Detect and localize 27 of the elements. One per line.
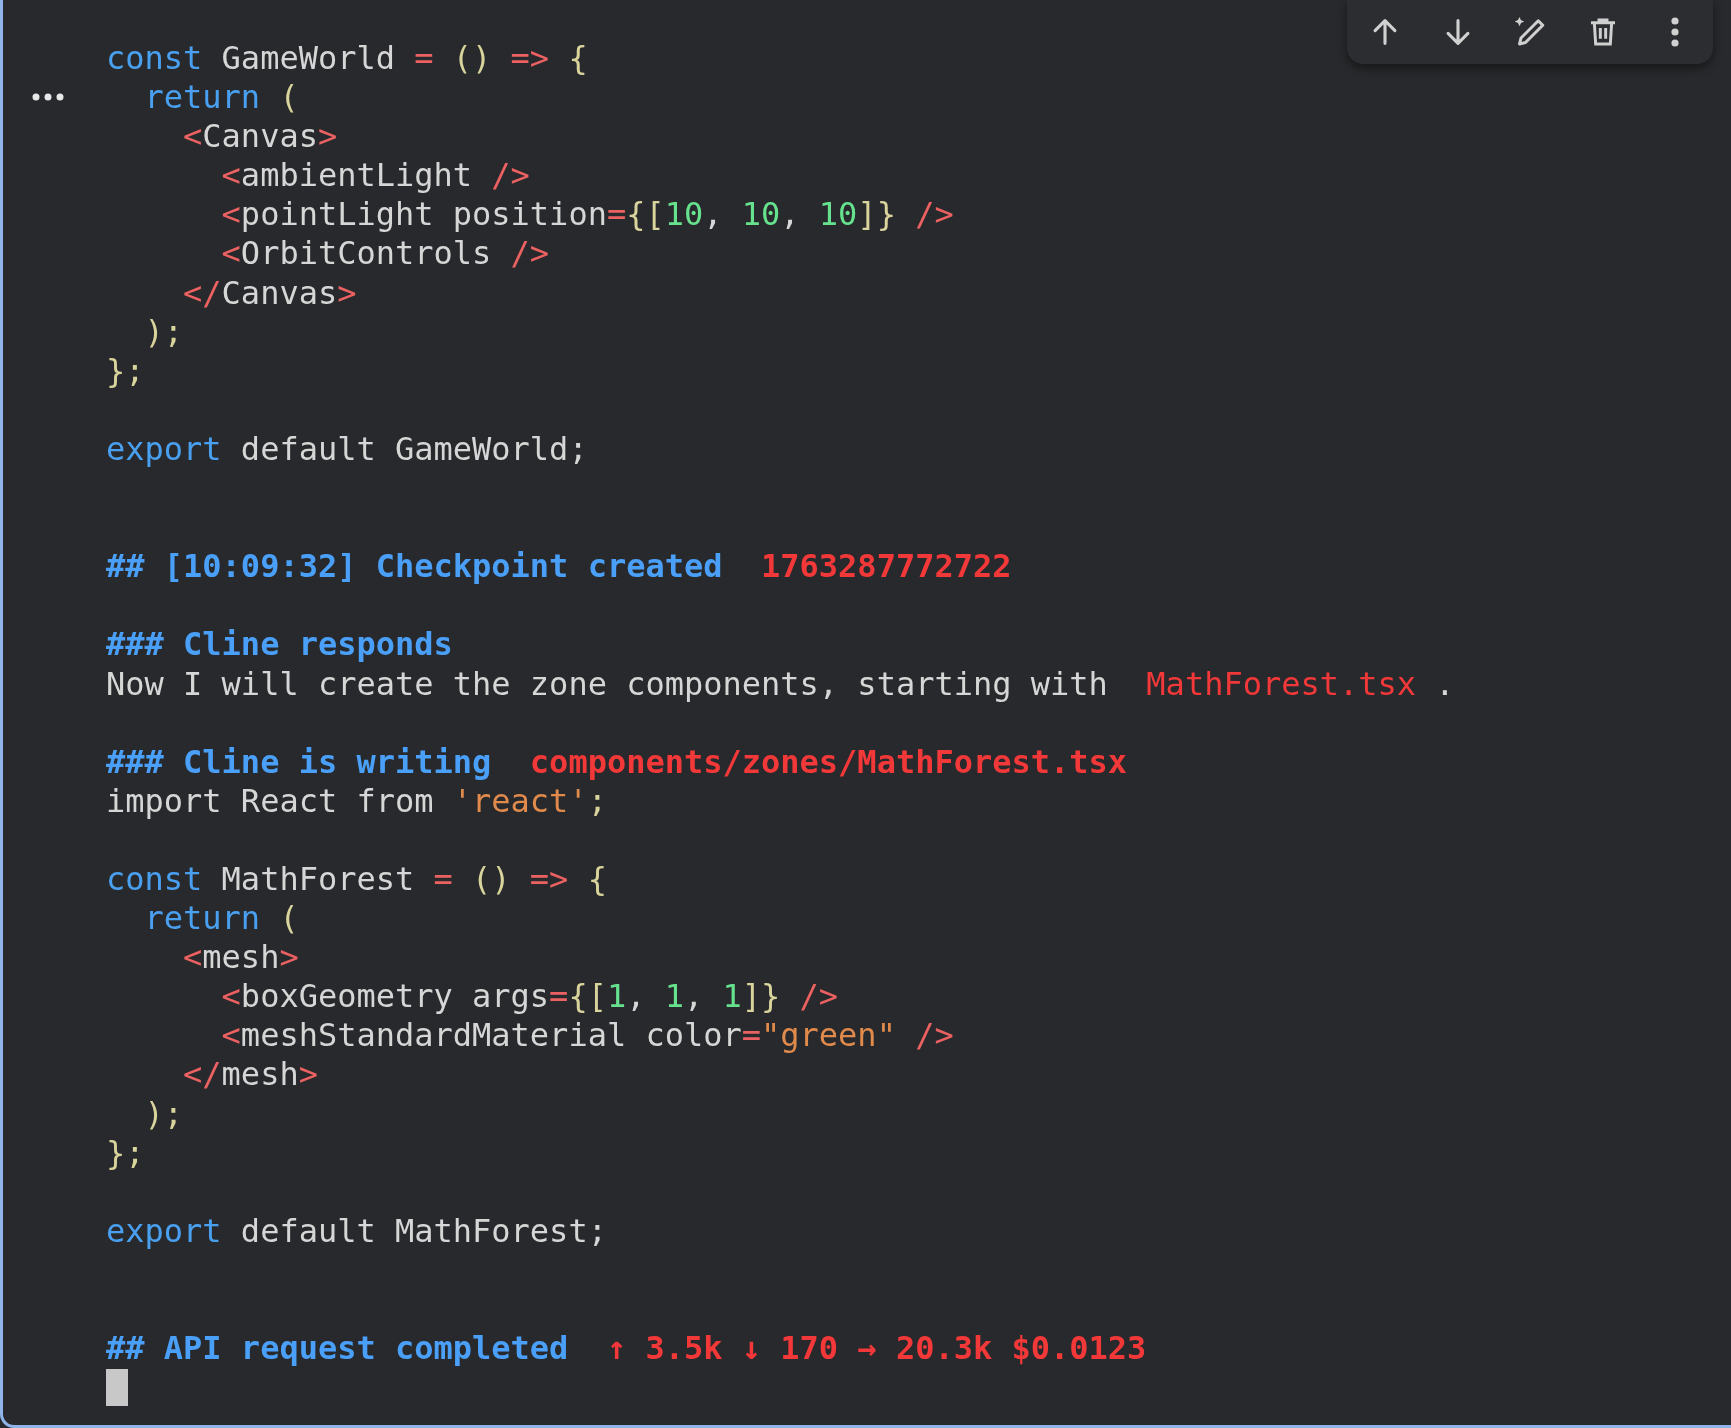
code-line: <boxGeometry args={[1, 1, 1]} /> — [220, 977, 839, 1017]
heading-line: ### Cline responds — [106, 625, 453, 665]
code-line: <pointLight position={[10, 10, 10]} /> — [220, 195, 954, 235]
heading-line: ### Cline is writing components/zones/MathForest.tsx — [106, 742, 1128, 782]
code-line: export default MathForest; — [106, 1211, 607, 1251]
code-line: <Canvas> — [182, 117, 338, 157]
code-line: return ( — [143, 899, 299, 939]
code-line: const GameWorld = () => { — [106, 39, 588, 79]
code-line: <OrbitControls /> — [220, 234, 550, 274]
code-line: ); — [143, 312, 184, 352]
code-line: return ( — [143, 78, 299, 118]
code-line: import React from 'react'; — [106, 781, 607, 821]
code-line: <meshStandardMaterial color="green" /> — [220, 1016, 954, 1056]
heading-line: ## [10:09:32] Checkpoint created 1763287772722 — [106, 547, 1012, 587]
code-line: ); — [143, 1094, 184, 1134]
text-line: Now I will create the zone components, starting with MathForest.tsx . — [106, 664, 1455, 704]
code-line: const MathForest = () => { — [106, 859, 607, 900]
code-line: <mesh> — [182, 938, 299, 978]
code-line: }; — [106, 1133, 145, 1173]
code-line: export default GameWorld; — [106, 429, 588, 470]
text-cursor — [106, 1369, 128, 1407]
heading-line: ## API request completed ↑ 3.5k ↓ 170 → 20.3k $0.0123 — [106, 1329, 1147, 1369]
more-options-icon[interactable] — [1669, 15, 1681, 49]
code-line: </Canvas> — [182, 273, 357, 313]
code-line: <ambientLight /> — [220, 156, 530, 196]
code-line: </mesh> — [182, 1055, 318, 1095]
code-line: }; — [106, 351, 145, 391]
